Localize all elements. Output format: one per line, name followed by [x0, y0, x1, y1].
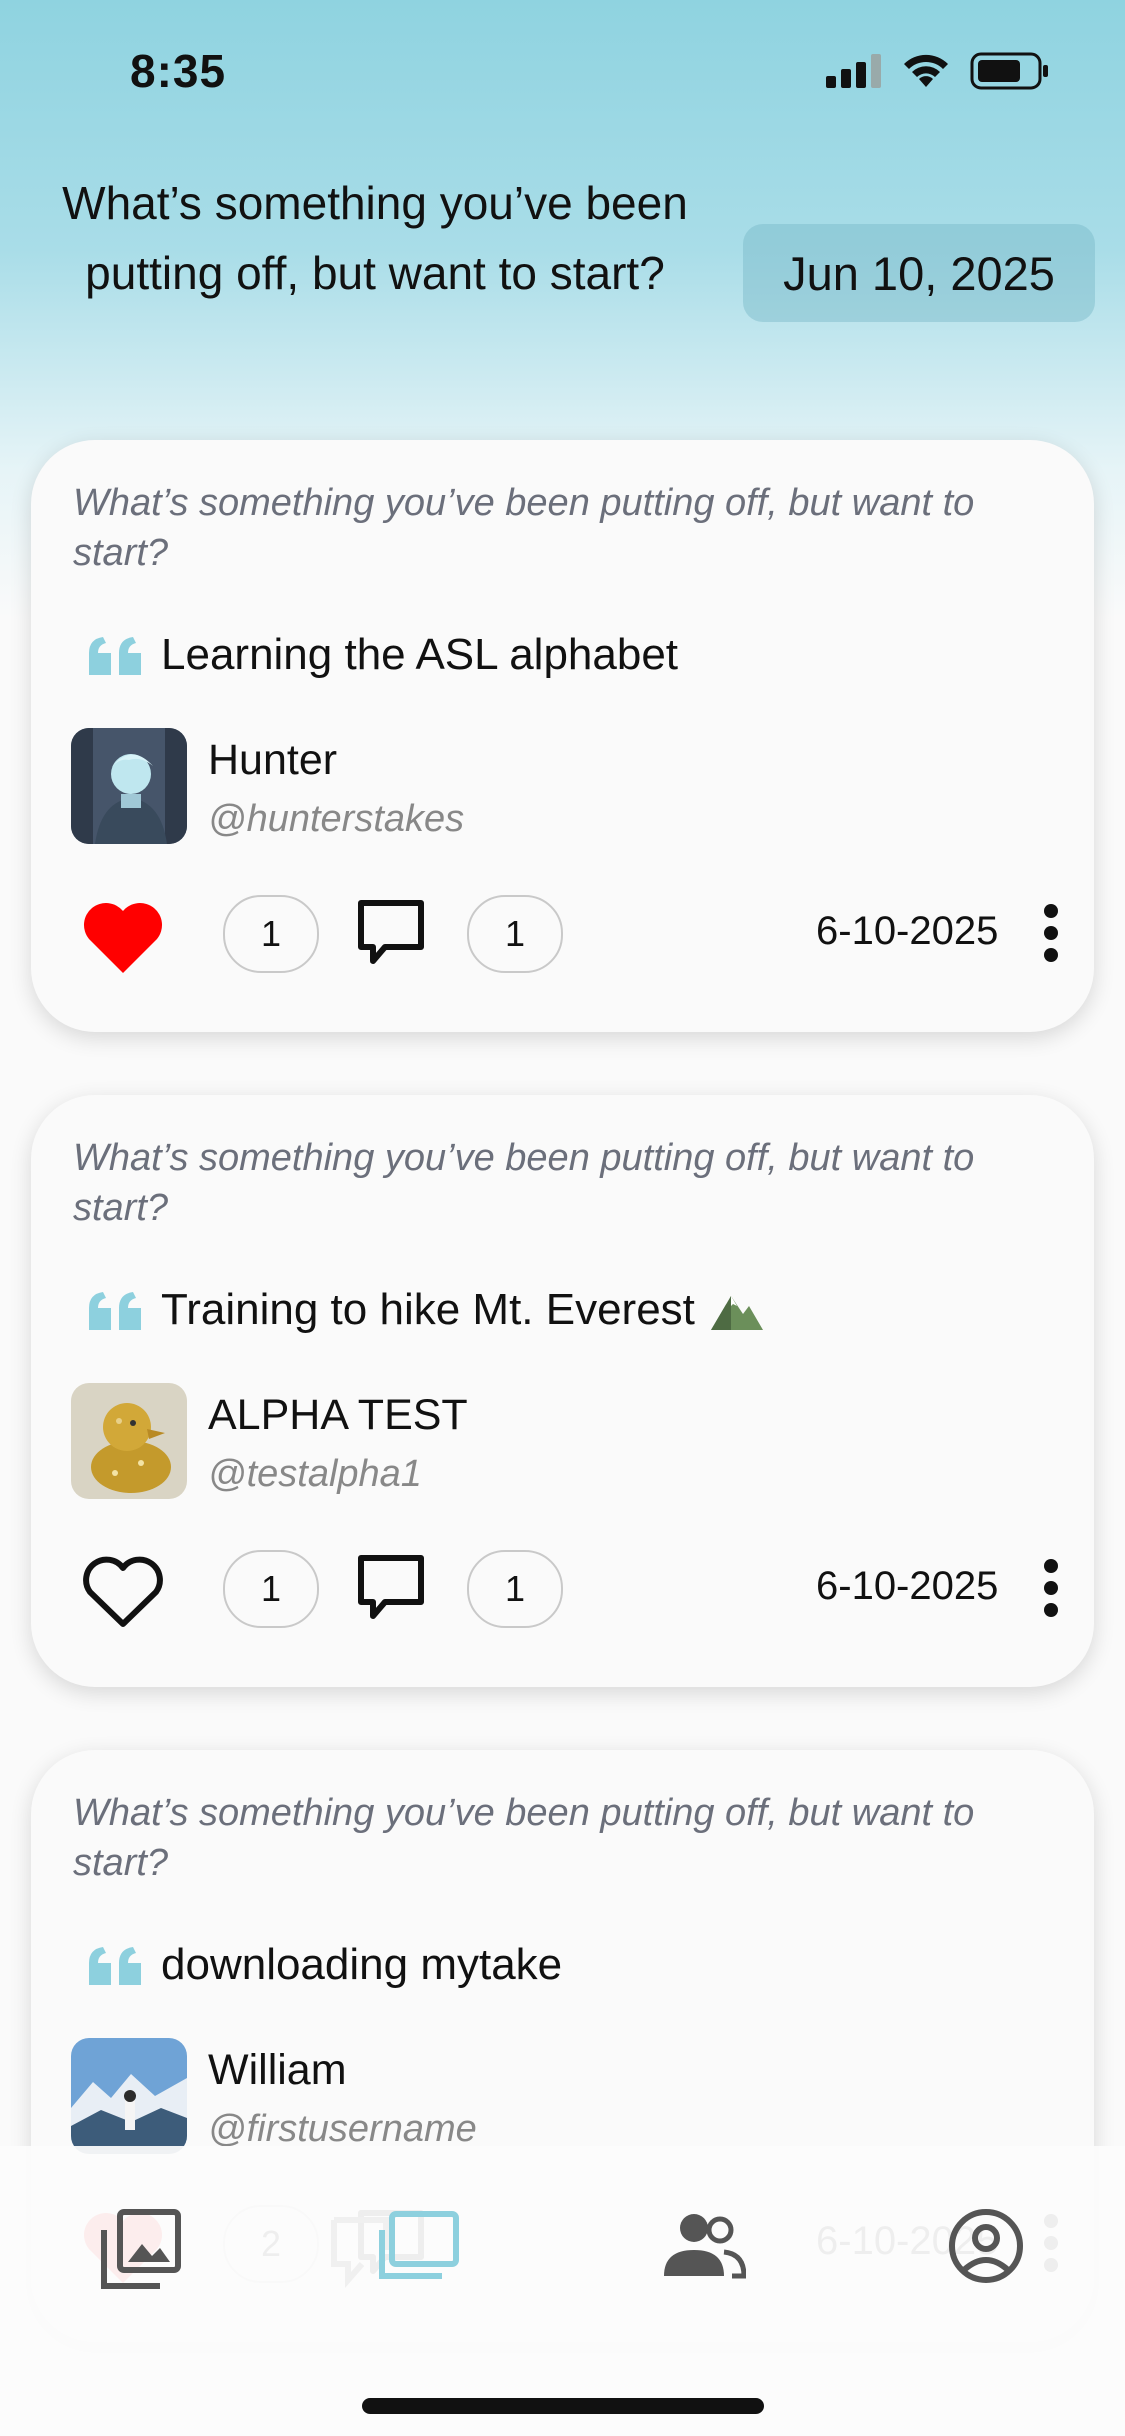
status-time: 8:35	[130, 45, 227, 97]
battery-icon	[970, 52, 1048, 90]
avatar[interactable]	[71, 1383, 187, 1499]
profile-tab-icon[interactable]	[946, 2206, 1026, 2286]
comment-icon[interactable]	[355, 1552, 427, 1624]
post-answer: Training to hike Mt. Everest	[161, 1285, 695, 1334]
post-card[interactable]: What’s something you’ve been putting off…	[31, 1095, 1094, 1687]
wifi-icon	[904, 54, 948, 87]
like-count[interactable]: 1	[223, 1550, 319, 1628]
more-vertical-icon[interactable]	[1041, 1558, 1061, 1618]
quote-icon	[89, 637, 141, 675]
user-name[interactable]: William	[208, 2046, 347, 2095]
like-count[interactable]: 1	[223, 895, 319, 973]
post-prompt: What’s something you’ve been putting off…	[73, 1137, 975, 1229]
mountain-icon	[710, 1296, 763, 1330]
post-date: 6-10-2025	[816, 1564, 999, 1608]
user-name[interactable]: Hunter	[208, 736, 337, 785]
comment-count[interactable]: 1	[467, 895, 563, 973]
more-vertical-icon[interactable]	[1041, 903, 1061, 963]
user-handle[interactable]: @testalpha1	[208, 1453, 422, 1496]
date-selector[interactable]: Jun 10, 2025	[743, 224, 1095, 322]
user-name[interactable]: ALPHA TEST	[208, 1391, 468, 1440]
post-answer-row: Training to hike Mt. Everest	[87, 1285, 765, 1335]
post-answer: Learning the ASL alphabet	[161, 630, 679, 679]
post-actions: 1 1 6-10-2025	[71, 1550, 1071, 1640]
post-card[interactable]: What’s something you’ve been putting off…	[31, 440, 1094, 1032]
post-answer-row: downloading mytake	[87, 1940, 562, 1990]
post-answer-row: Learning the ASL alphabet	[87, 630, 678, 680]
avatar[interactable]	[71, 728, 187, 844]
cellular-signal-icon	[826, 54, 881, 88]
avatar[interactable]	[71, 2038, 187, 2154]
post-actions: 1 1 6-10-2025	[71, 895, 1071, 985]
status-icons	[826, 52, 1050, 90]
status-bar: 8:35	[0, 0, 1125, 150]
user-handle[interactable]: @hunterstakes	[208, 798, 464, 841]
post-prompt: What’s something you’ve been putting off…	[73, 482, 975, 574]
post-answer: downloading mytake	[161, 1940, 563, 1989]
quote-icon	[89, 1947, 141, 1985]
comment-icon[interactable]	[355, 897, 427, 969]
gallery-tab-icon[interactable]	[100, 2208, 182, 2290]
feed-tab-icon[interactable]	[330, 2206, 466, 2296]
tab-bar	[0, 2146, 1125, 2436]
home-indicator[interactable]	[362, 2398, 764, 2414]
comment-count[interactable]: 1	[467, 1550, 563, 1628]
user-handle[interactable]: @firstusername	[208, 2108, 477, 2151]
friends-tab-icon[interactable]	[662, 2212, 746, 2280]
post-date: 6-10-2025	[816, 909, 999, 953]
post-prompt: What’s something you’ve been putting off…	[73, 1792, 975, 1884]
page-title: What’s something you’ve been putting off…	[62, 177, 688, 299]
quote-icon	[89, 1292, 141, 1330]
heart-icon[interactable]	[81, 899, 165, 975]
heart-outline-icon[interactable]	[81, 1554, 165, 1630]
